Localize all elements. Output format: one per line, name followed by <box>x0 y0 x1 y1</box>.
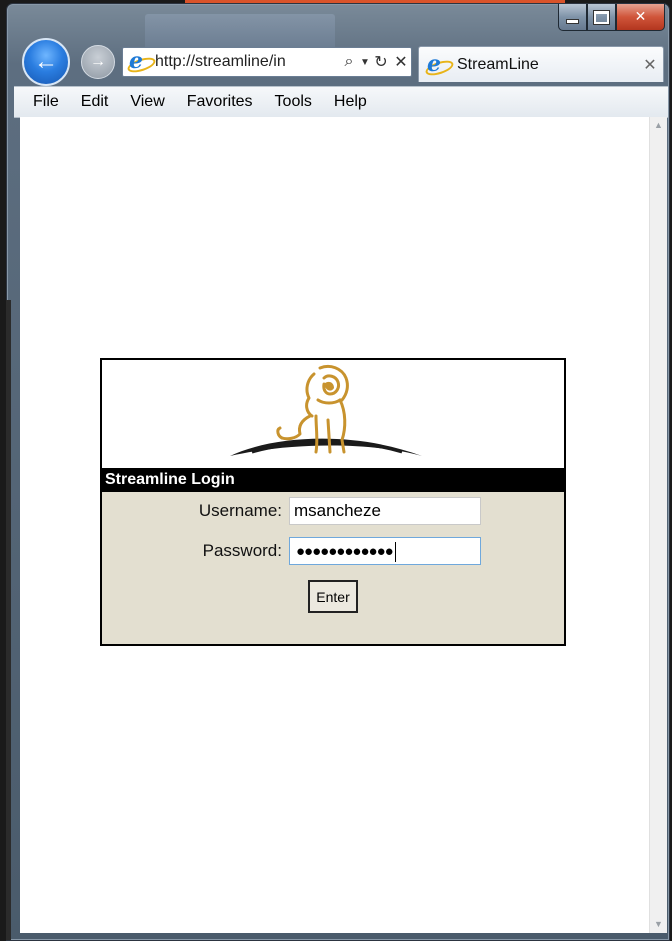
menu-help[interactable]: Help <box>323 93 378 111</box>
back-button[interactable]: ← <box>22 38 70 86</box>
password-input[interactable]: ●●●●●●●●●●●● <box>289 537 481 565</box>
minimize-icon <box>566 18 579 24</box>
window-edge-shadow <box>6 300 11 940</box>
forward-button[interactable]: → <box>81 45 115 79</box>
window-controls: ✕ <box>558 4 665 31</box>
chevron-down-icon[interactable]: ▼ <box>359 57 371 68</box>
login-form: Username: Password: ●●●●●●●●●●●● Enter <box>102 492 564 644</box>
tab-ie-icon: e <box>423 51 456 78</box>
tab-title: StreamLine <box>457 55 539 73</box>
menu-tools[interactable]: Tools <box>264 93 323 111</box>
lion-logo-icon <box>230 364 422 456</box>
page-content: Streamline Login Username: Password: ●●●… <box>20 117 649 933</box>
login-header: Streamline Login <box>102 468 564 492</box>
login-panel: Streamline Login Username: Password: ●●●… <box>100 358 566 646</box>
vertical-scrollbar[interactable]: ▲ ▼ <box>649 117 667 933</box>
maximize-icon <box>594 10 609 24</box>
browser-tab[interactable]: e StreamLine ✕ <box>418 46 664 82</box>
forward-arrow-icon: → <box>90 53 106 70</box>
scroll-down-icon[interactable]: ▼ <box>650 916 667 933</box>
menu-view[interactable]: View <box>119 93 175 111</box>
enter-button[interactable]: Enter <box>308 580 358 613</box>
stop-icon[interactable]: ✕ <box>391 52 411 72</box>
refresh-icon[interactable]: ↻ <box>371 52 391 72</box>
close-icon: ✕ <box>634 9 647 25</box>
search-icon[interactable]: ⌕ <box>339 53 359 71</box>
username-input[interactable] <box>289 497 481 525</box>
logo-area <box>102 360 564 466</box>
menu-file[interactable]: File <box>14 93 70 111</box>
ie-page-icon: e <box>125 48 158 76</box>
menu-bar: File Edit View Favorites Tools Help <box>14 86 668 118</box>
menu-edit[interactable]: Edit <box>70 93 120 111</box>
maximize-button[interactable] <box>587 4 616 31</box>
scroll-up-icon[interactable]: ▲ <box>650 117 667 134</box>
password-mask: ●●●●●●●●●●●● <box>296 538 396 565</box>
address-url[interactable]: http://streamline/in <box>155 53 339 71</box>
back-arrow-icon: ← <box>34 48 58 75</box>
minimize-button[interactable] <box>558 4 587 31</box>
tab-close-icon[interactable]: ✕ <box>637 55 663 75</box>
close-window-button[interactable]: ✕ <box>616 4 665 31</box>
username-label: Username: <box>198 501 282 520</box>
password-label: Password: <box>202 541 282 560</box>
address-bar[interactable]: e http://streamline/in ⌕ ▼ ↻ ✕ <box>122 47 412 77</box>
menu-favorites[interactable]: Favorites <box>176 93 264 111</box>
